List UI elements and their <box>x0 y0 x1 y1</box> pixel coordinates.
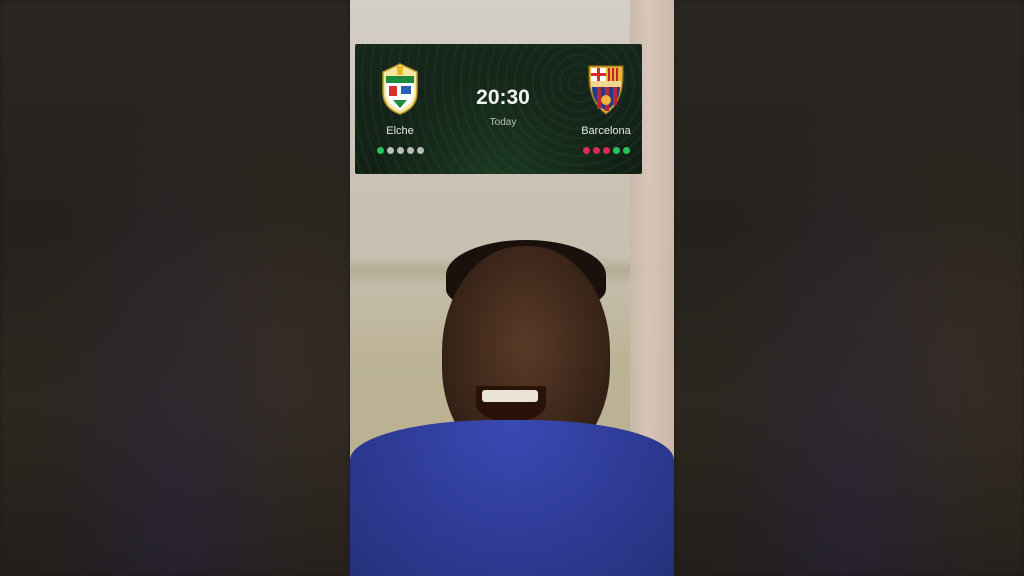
away-form-indicators <box>561 147 642 154</box>
form-dot <box>622 147 630 154</box>
form-dot <box>406 147 414 154</box>
form-dot <box>612 147 620 154</box>
form-dot <box>396 147 404 154</box>
form-dot <box>602 147 610 154</box>
form-dot <box>376 147 384 154</box>
form-dot <box>592 147 600 154</box>
kickoff-day: Today <box>489 117 517 128</box>
kickoff-time: 20:30 <box>476 86 530 109</box>
form-dot <box>416 147 424 154</box>
match-card[interactable]: Elche 20:30 Today Barcelona <box>355 44 642 174</box>
barcelona-crest-icon <box>588 65 624 115</box>
person-shirt <box>350 420 674 576</box>
blurred-background-left <box>0 0 350 576</box>
form-dot <box>386 147 394 154</box>
kickoff-info: 20:30 Today <box>445 86 561 128</box>
home-team-name: Elche <box>386 125 414 137</box>
elche-crest-icon <box>382 63 418 115</box>
form-dot <box>582 147 590 154</box>
away-team-name: Barcelona <box>581 125 631 137</box>
person-teeth <box>482 390 538 402</box>
away-team[interactable]: Barcelona <box>561 62 642 154</box>
home-form-indicators <box>355 147 445 154</box>
blurred-background-right <box>674 0 1024 576</box>
home-team[interactable]: Elche <box>355 62 445 154</box>
